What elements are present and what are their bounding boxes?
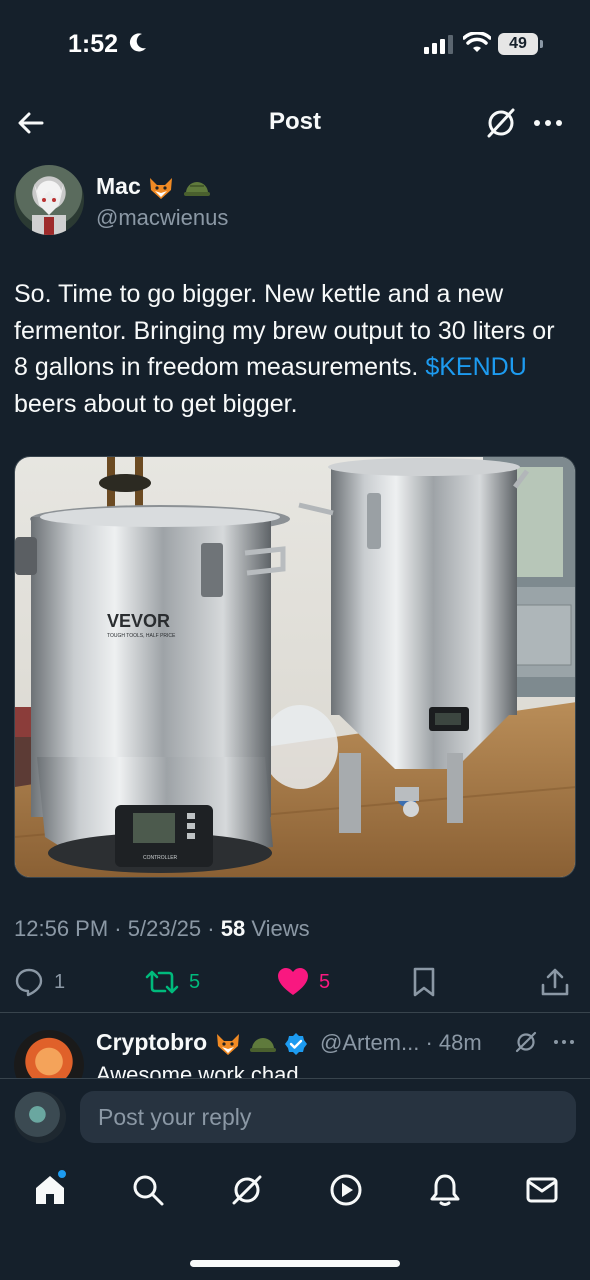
views-label: Views (245, 916, 310, 941)
avatar-fox-art (32, 183, 66, 235)
repost-icon (145, 970, 179, 994)
post-date: 5/23/25 (127, 916, 202, 941)
reply-avatar[interactable] (14, 1030, 84, 1078)
reply-input[interactable] (80, 1091, 576, 1143)
battery-tip (540, 40, 543, 48)
meta-separator: · (114, 916, 128, 941)
like-button[interactable]: 5 (277, 962, 330, 1002)
grok-icon[interactable] (229, 1172, 265, 1208)
grok-icon[interactable] (514, 1030, 538, 1054)
notifications-bell-icon[interactable] (427, 1172, 463, 1208)
repost-button[interactable]: 5 (145, 962, 200, 1002)
vevor-brand-sub: TOUGH TOOLS, HALF PRICE (107, 633, 176, 639)
meta-separator: · (419, 1030, 439, 1055)
status-time: 1:52 (68, 30, 119, 58)
post-text-after: beers about to get bigger. (14, 389, 298, 418)
reply-handle-text: @Artem... (320, 1030, 420, 1055)
reply-time: 48m (438, 1030, 482, 1055)
reply-icon (15, 968, 43, 997)
bottom-nav (0, 1158, 590, 1228)
military-helmet-emoji-icon (249, 1037, 276, 1052)
author-name-text: Mac (96, 173, 141, 199)
messages-envelope-icon[interactable] (524, 1172, 560, 1208)
bookmark-button[interactable] (410, 962, 438, 1002)
bookmark-icon (413, 967, 435, 997)
post-author[interactable]: Mac @macwienus (14, 165, 574, 237)
reply-count: 1 (54, 970, 66, 993)
post-header: Post (0, 96, 590, 148)
divider (0, 1012, 590, 1013)
author-name[interactable]: Mac (96, 173, 212, 200)
reply-item[interactable]: Cryptobro @Artem... · 48m Awesome work c… (14, 1022, 576, 1078)
post-actions: 1 5 5 (0, 962, 590, 1002)
battery-icon: 49 (498, 33, 538, 55)
views-count: 58 (220, 916, 246, 941)
reply-button[interactable]: 1 (14, 962, 65, 1002)
status-bar: 1:52 49 (0, 0, 590, 90)
meta-separator: · (207, 916, 221, 941)
reply-composer (0, 1078, 590, 1158)
like-count: 5 (319, 970, 331, 993)
video-play-icon[interactable] (328, 1172, 364, 1208)
repost-count: 5 (189, 970, 201, 993)
avatar[interactable] (14, 1091, 66, 1143)
more-options-icon[interactable] (530, 106, 566, 140)
cellular-signal-icon (424, 35, 453, 54)
grok-icon[interactable] (484, 106, 518, 140)
post-time: 12:56 PM (14, 916, 109, 941)
military-helmet-emoji-icon (183, 181, 210, 196)
home-indicator[interactable] (190, 1260, 400, 1267)
post-meta: 12:56 PM · 5/23/25 · 58 Views (14, 916, 310, 942)
author-handle[interactable]: @macwienus (96, 205, 228, 231)
brew-kettle-and-fermenter-photo: VEVOR TOUGH TOOLS, HALF PRICE CONTROLLER (15, 457, 575, 877)
reply-text: Awesome work chad (96, 1062, 299, 1078)
post-image[interactable]: VEVOR TOUGH TOOLS, HALF PRICE CONTROLLER (14, 456, 576, 878)
wifi-icon (463, 32, 491, 52)
post-body: So. Time to go bigger. New kettle and a … (14, 276, 574, 422)
moon-icon (129, 33, 146, 52)
heart-filled-icon (278, 968, 308, 995)
home-notification-dot (56, 1168, 68, 1180)
avatar[interactable] (14, 165, 84, 235)
fox-emoji-icon (216, 1033, 239, 1055)
verified-badge-icon (285, 1032, 308, 1055)
more-options-icon[interactable] (552, 1030, 576, 1054)
fox-emoji-icon (150, 177, 173, 199)
share-button[interactable] (540, 962, 570, 1002)
reply-author-name-text: Cryptobro (96, 1029, 208, 1055)
share-icon (541, 968, 569, 996)
cashtag-link[interactable]: $KENDU (425, 353, 526, 381)
vevor-brand-text: VEVOR (107, 611, 170, 631)
reply-author-name[interactable]: Cryptobro (96, 1029, 308, 1056)
reply-author-handle[interactable]: @Artem... · 48m (320, 1030, 482, 1056)
search-icon[interactable] (130, 1172, 166, 1208)
controller-label: CONTROLLER (143, 855, 178, 861)
